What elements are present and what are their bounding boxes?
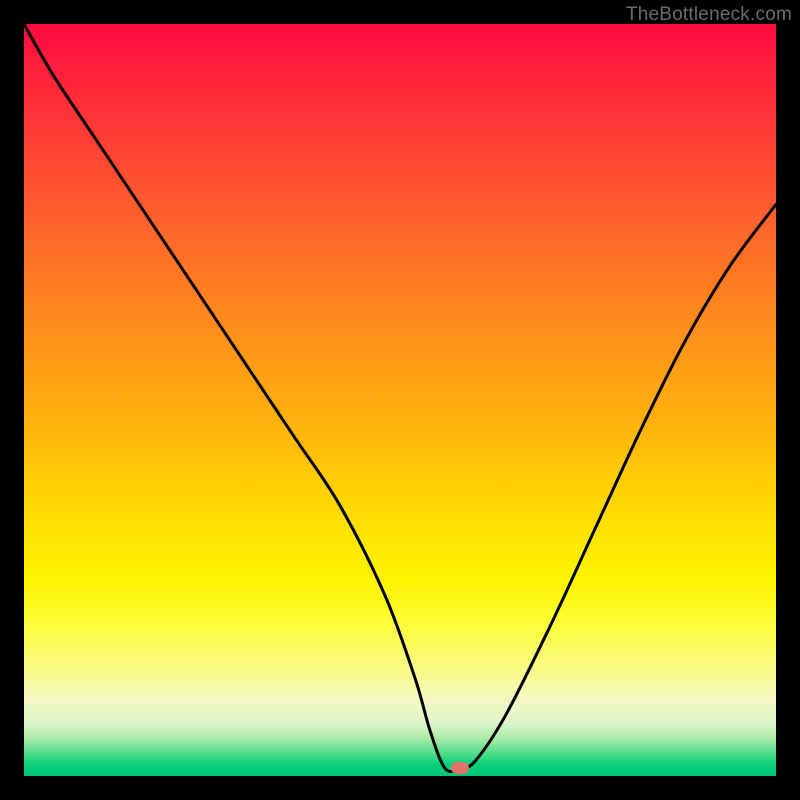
plot-area (24, 24, 776, 776)
watermark-text: TheBottleneck.com (626, 4, 792, 26)
minimum-marker (451, 762, 469, 774)
chart-frame: TheBottleneck.com (0, 0, 800, 800)
bottleneck-curve (24, 24, 776, 776)
